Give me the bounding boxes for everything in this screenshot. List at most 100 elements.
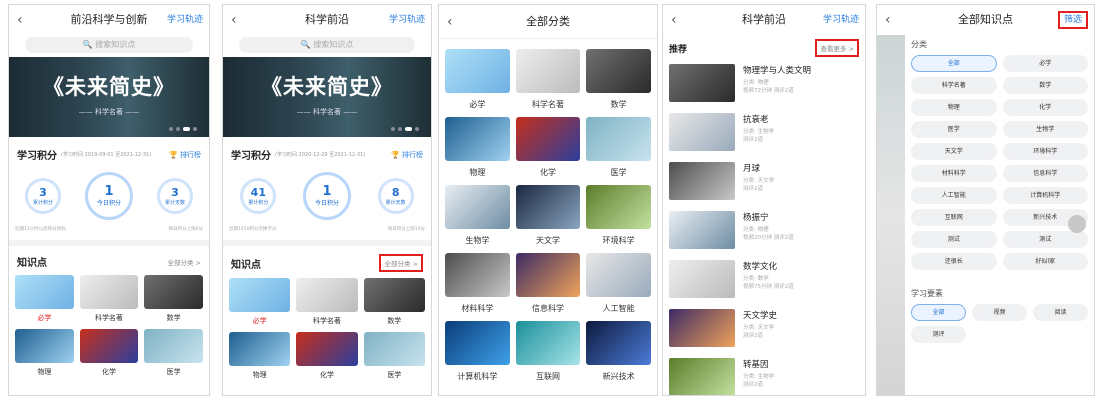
score-title: 学习积分	[17, 151, 57, 162]
category-label: 新兴技术	[602, 372, 635, 381]
list-item[interactable]: 月球 分类: 天文学 测评2道	[663, 157, 865, 206]
knowledge-item[interactable]: 物理	[15, 329, 74, 379]
chip[interactable]: 还很长	[911, 253, 997, 270]
chip[interactable]: 阅读	[1033, 304, 1088, 321]
knowledge-item[interactable]: 化学	[79, 329, 139, 379]
leaderboard-link[interactable]: 🏆 排行榜	[169, 150, 201, 160]
back-icon[interactable]: ‹	[671, 5, 677, 35]
chip[interactable]: 互联网	[911, 209, 997, 226]
carousel-dots	[169, 127, 197, 131]
chip[interactable]: 视频	[972, 304, 1027, 321]
banner[interactable]: 《未来简史》 —— 科学名著 ——	[223, 57, 431, 137]
note-left: 近期13小时以后积分目标	[15, 227, 66, 232]
learning-track-link[interactable]: 学习轨迹	[389, 5, 425, 35]
filter-button[interactable]: 筛选	[1057, 11, 1088, 29]
knowledge-label: 必学	[252, 317, 267, 325]
back-icon[interactable]: ‹	[885, 5, 891, 35]
chip[interactable]: 数学	[1002, 77, 1088, 94]
category-label: 生物学	[465, 236, 490, 245]
category-item[interactable]: 环境科学	[586, 185, 651, 249]
header: ‹ 全部分类	[439, 5, 657, 39]
category-item[interactable]: 化学	[515, 117, 581, 181]
total-score-value: 3	[39, 185, 47, 199]
thumbnail	[515, 321, 581, 365]
knowledge-item[interactable]: 数学	[144, 275, 203, 325]
thumbnail	[669, 358, 735, 395]
page-title: 科学前沿	[742, 13, 786, 26]
knowledge-item[interactable]: 物理	[229, 332, 291, 382]
chip[interactable]: 计算机科学	[1002, 187, 1088, 204]
category-item[interactable]: 科学名著	[515, 49, 581, 113]
category-label: 物理	[469, 168, 486, 177]
search-input[interactable]: 🔍 搜索知识点	[25, 37, 193, 53]
category-item[interactable]: 新兴技术	[586, 321, 651, 385]
category-chips: 全部 必学 科学名著 数学 物理 化学 医学 生物学 天文学 环境科学 材料科学…	[905, 55, 1094, 270]
thumbnail	[669, 64, 735, 102]
category-item[interactable]: 必学	[445, 49, 510, 113]
thumbnail	[515, 49, 581, 93]
knowledge-item[interactable]: 医学	[363, 332, 425, 382]
category-item[interactable]: 医学	[586, 117, 651, 181]
list-item[interactable]: 天文学史 分类: 天文学 测评2道	[663, 304, 865, 353]
knowledge-item[interactable]: 化学	[296, 332, 358, 382]
view-more-link[interactable]: 查看更多 >	[815, 39, 859, 57]
chip[interactable]: 天文学	[911, 143, 997, 160]
category-item[interactable]: 材料科学	[445, 253, 510, 317]
chip[interactable]: 人工智能	[911, 187, 997, 204]
back-icon[interactable]: ‹	[447, 5, 453, 39]
chip[interactable]: 测试	[911, 231, 997, 248]
chip[interactable]: 医学	[911, 121, 997, 138]
category-item[interactable]: 计算机科学	[445, 321, 510, 385]
chip[interactable]: 材料科学	[911, 165, 997, 182]
chip[interactable]: 信息科学	[1002, 165, 1088, 182]
back-icon[interactable]: ‹	[231, 5, 237, 35]
knowledge-item[interactable]: 必学	[229, 278, 291, 328]
knowledge-item[interactable]: 数学	[363, 278, 425, 328]
all-categories-link[interactable]: 全部分类 >	[379, 254, 423, 272]
chip[interactable]: 物理	[911, 99, 997, 116]
knowledge-item[interactable]: 科学名著	[296, 278, 358, 328]
search-input[interactable]: 🔍 搜索知识点	[239, 37, 415, 53]
knowledge-item[interactable]: 医学	[144, 329, 203, 379]
learning-track-link[interactable]: 学习轨迹	[823, 5, 859, 35]
learning-track-link[interactable]: 学习轨迹	[167, 5, 203, 35]
list-item[interactable]: 数学文化 分类: 数学 视频75分钟 测评2道	[663, 255, 865, 304]
chip[interactable]: 好似l家	[1002, 253, 1088, 270]
chip[interactable]: 全部	[911, 304, 966, 321]
chip[interactable]: 科学名著	[911, 77, 997, 94]
floating-assistive-button[interactable]	[1068, 215, 1086, 233]
thumbnail	[669, 260, 735, 298]
category-item[interactable]: 信息科学	[515, 253, 581, 317]
thumbnail	[586, 253, 651, 297]
category-item[interactable]: 互联网	[515, 321, 581, 385]
list-item[interactable]: 抗衰老 分类: 生物学 测评2道	[663, 108, 865, 157]
list-item[interactable]: 物理学与人类文明 分类: 物理 视频72分钟 测评2道	[663, 59, 865, 108]
list-item[interactable]: 转基因 分类: 生物学 测评2道	[663, 353, 865, 395]
all-categories-link[interactable]: 全部分类 >	[167, 257, 201, 267]
knowledge-header: 知识点 全部分类 >	[9, 246, 209, 275]
category-item[interactable]: 数学	[586, 49, 651, 113]
knowledge-item[interactable]: 必学	[15, 275, 74, 325]
category-item[interactable]: 人工智能	[586, 253, 651, 317]
total-days-label: 累计天数	[164, 199, 185, 206]
knowledge-item[interactable]: 科学名著	[79, 275, 139, 325]
item-title: 天文学史	[743, 311, 778, 321]
screen-filter: ‹ 全部知识点 筛选 分类 全部 必学 科学名著 数学 物理 化学 医学 生物学…	[876, 4, 1095, 396]
chip[interactable]: 测试	[1002, 231, 1088, 248]
chip[interactable]: 化学	[1002, 99, 1088, 116]
chip[interactable]: 必学	[1002, 55, 1088, 72]
banner[interactable]: 《未来简史》 —— 科学名著 ——	[9, 57, 209, 137]
total-days-value: 3	[171, 185, 179, 199]
list-item[interactable]: 杨振宁 分类: 物理 视频20分钟 测评2道	[663, 206, 865, 255]
category-item[interactable]: 生物学	[445, 185, 510, 249]
category-item[interactable]: 物理	[445, 117, 510, 181]
chip[interactable]: 生物学	[1002, 121, 1088, 138]
chip[interactable]: 环境科学	[1002, 143, 1088, 160]
leaderboard-link[interactable]: 🏆 排行榜	[391, 150, 423, 160]
chip[interactable]: 测评	[911, 326, 966, 343]
knowledge-label: 物理	[252, 371, 267, 379]
category-item[interactable]: 天文学	[515, 185, 581, 249]
chip[interactable]: 全部	[911, 55, 997, 72]
overlay-backdrop[interactable]	[877, 35, 905, 395]
back-icon[interactable]: ‹	[17, 5, 23, 35]
